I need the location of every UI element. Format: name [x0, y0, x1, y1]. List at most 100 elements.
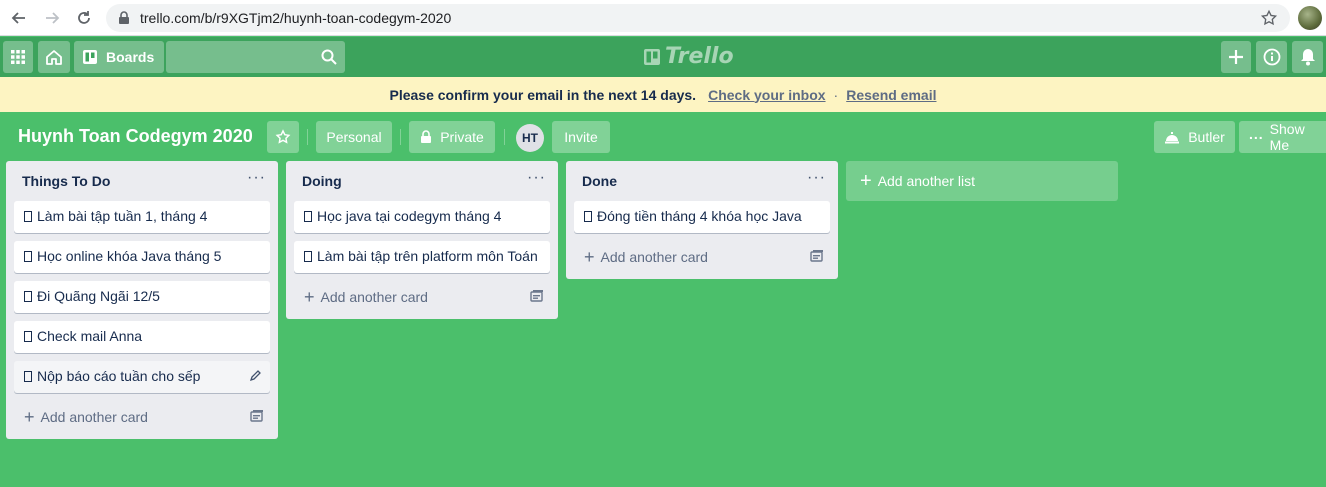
add-list-button[interactable]: + Add another list — [846, 161, 1118, 201]
apps-button[interactable] — [3, 41, 33, 73]
card-glyph-icon — [24, 331, 32, 342]
list-title[interactable]: Things To Do — [22, 173, 110, 189]
show-menu-label: Show Me — [1269, 121, 1305, 153]
profile-avatar[interactable] — [1298, 6, 1322, 30]
board-title[interactable]: Huynh Toan Codegym 2020 — [18, 126, 253, 147]
reload-icon[interactable] — [74, 8, 94, 28]
banner-separator: · — [833, 86, 839, 103]
card-title: Làm bài tập trên platform môn Toán — [317, 248, 538, 264]
back-arrow-icon[interactable] — [9, 8, 29, 28]
card-glyph-icon — [584, 211, 592, 222]
add-card-button[interactable]: + Add another card — [294, 281, 550, 313]
show-menu-button[interactable]: ... Show Me — [1239, 121, 1326, 153]
edit-pencil-icon[interactable] — [249, 369, 262, 385]
list-done: Done ··· Đóng tiền tháng 4 khóa học Java… — [566, 161, 838, 279]
invite-button[interactable]: Invite — [552, 121, 610, 153]
plus-icon: + — [24, 407, 35, 427]
list-header: Things To Do ··· — [6, 161, 278, 201]
butler-button[interactable]: Butler — [1154, 121, 1235, 153]
card-glyph-icon — [24, 291, 32, 302]
notifications-button[interactable] — [1292, 41, 1323, 73]
boards-button[interactable]: Boards — [74, 41, 165, 73]
card[interactable]: Làm bài tập tuần 1, tháng 4 — [14, 201, 270, 233]
divider — [307, 129, 308, 145]
banner-message: Please confirm your email in the next 14… — [389, 86, 697, 103]
lock-icon — [118, 11, 130, 30]
visibility-label: Private — [440, 129, 484, 145]
card-title: Học online khóa Java tháng 5 — [37, 248, 222, 264]
card-template-icon[interactable] — [250, 409, 264, 425]
search-icon — [321, 49, 337, 70]
more-dots-icon: ... — [1249, 126, 1264, 142]
card-title: Check mail Anna — [37, 328, 143, 344]
boards-label: Boards — [106, 49, 155, 65]
list-menu-icon[interactable]: ··· — [527, 169, 546, 187]
create-button[interactable] — [1221, 41, 1251, 73]
address-bar[interactable]: trello.com/b/r9XGTjm2/huynh-toan-codegym… — [106, 4, 1290, 32]
list-menu-icon[interactable]: ··· — [247, 169, 266, 187]
card-template-icon[interactable] — [810, 249, 824, 265]
bookmark-star-icon[interactable] — [1260, 9, 1278, 32]
add-card-button[interactable]: + Add another card — [14, 401, 270, 433]
add-card-label: Add another card — [600, 249, 708, 265]
list-doing: Doing ··· Học java tại codegym tháng 4 L… — [286, 161, 558, 319]
trello-logo[interactable]: Trello — [643, 44, 734, 69]
plus-icon: + — [860, 170, 872, 192]
trello-logo-text: Trello — [665, 44, 734, 69]
grid-icon — [11, 50, 25, 64]
divider — [504, 129, 505, 145]
star-icon — [275, 129, 291, 144]
card-title: Đóng tiền tháng 4 khóa học Java — [597, 208, 802, 224]
list-title[interactable]: Doing — [302, 173, 342, 189]
forward-arrow-icon[interactable] — [42, 8, 62, 28]
add-card-label: Add another card — [320, 289, 428, 305]
butler-label: Butler — [1188, 129, 1225, 145]
plus-icon: + — [304, 287, 315, 307]
card[interactable]: Nộp báo cáo tuần cho sếp — [14, 361, 270, 393]
add-list-label: Add another list — [877, 173, 975, 189]
check-inbox-link[interactable]: Check your inbox — [708, 87, 825, 103]
card[interactable]: Đóng tiền tháng 4 khóa học Java — [574, 201, 830, 233]
list-things-to-do: Things To Do ··· Làm bài tập tuần 1, thá… — [6, 161, 278, 439]
resend-email-link[interactable]: Resend email — [846, 87, 936, 103]
home-icon — [46, 50, 62, 65]
plus-icon — [1229, 50, 1243, 64]
add-card-label: Add another card — [40, 409, 148, 425]
plus-icon: + — [584, 247, 595, 267]
info-icon — [1263, 48, 1280, 66]
card-glyph-icon — [24, 371, 32, 382]
list-header: Doing ··· — [286, 161, 558, 201]
divider — [400, 129, 401, 145]
card[interactable]: Học online khóa Java tháng 5 — [14, 241, 270, 273]
lock-icon — [421, 130, 432, 143]
card-glyph-icon — [24, 211, 32, 222]
card-glyph-icon — [24, 251, 32, 262]
visibility-button[interactable]: Private — [409, 121, 495, 153]
browser-toolbar: trello.com/b/r9XGTjm2/huynh-toan-codegym… — [0, 0, 1326, 36]
card[interactable]: Đi Quãng Ngãi 12/5 — [14, 281, 270, 313]
card-title: Làm bài tập tuần 1, tháng 4 — [37, 208, 208, 224]
member-avatar[interactable]: HT — [516, 124, 544, 152]
card-glyph-icon — [304, 211, 312, 222]
board-icon — [83, 50, 97, 64]
bell-icon — [1300, 49, 1315, 66]
add-card-button[interactable]: + Add another card — [574, 241, 830, 273]
card-template-icon[interactable] — [530, 289, 544, 305]
list-header: Done ··· — [566, 161, 838, 201]
card-title: Học java tại codegym tháng 4 — [317, 208, 502, 224]
trello-logo-icon — [644, 48, 660, 65]
card-title: Đi Quãng Ngãi 12/5 — [37, 288, 160, 304]
info-button[interactable] — [1256, 41, 1287, 73]
butler-bell-icon — [1165, 132, 1180, 144]
card-title: Nộp báo cáo tuần cho sếp — [37, 368, 201, 384]
list-title[interactable]: Done — [582, 173, 617, 189]
card[interactable]: Học java tại codegym tháng 4 — [294, 201, 550, 233]
email-confirm-banner: Please confirm your email in the next 14… — [0, 77, 1326, 112]
star-board-button[interactable] — [267, 121, 299, 153]
home-button[interactable] — [38, 41, 70, 73]
team-button[interactable]: Personal — [316, 121, 392, 153]
card[interactable]: Làm bài tập trên platform môn Toán — [294, 241, 550, 273]
search-input[interactable] — [166, 41, 345, 73]
list-menu-icon[interactable]: ··· — [807, 169, 826, 187]
card[interactable]: Check mail Anna — [14, 321, 270, 353]
